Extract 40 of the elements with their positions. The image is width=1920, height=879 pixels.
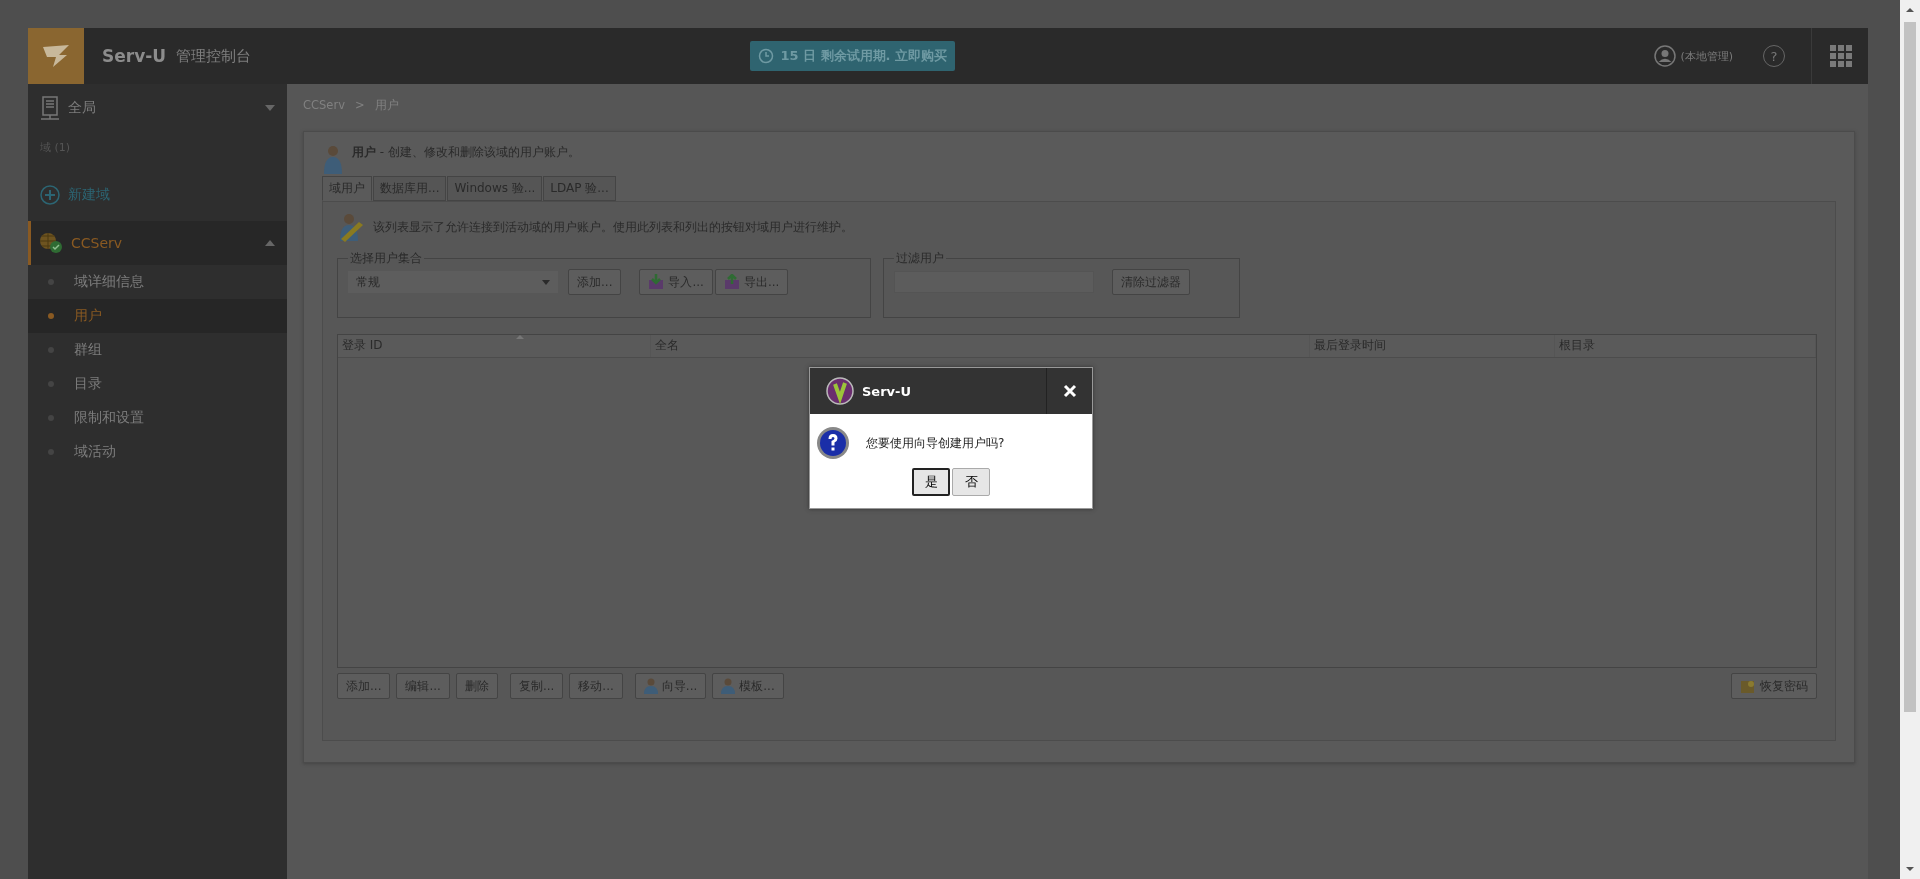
user-icon [1654,45,1677,67]
dialog-button[interactable]: 是 [912,468,950,496]
dropdown-caret-icon [542,279,550,285]
sidebar-item[interactable]: 目录 [28,367,287,401]
dropdown-caret-icon[interactable] [265,105,275,111]
sidebar-item[interactable]: 域活动 [28,435,287,469]
apps-grid-icon[interactable] [1830,45,1852,67]
globe-check-icon [39,232,63,254]
app-logo-icon [826,377,854,405]
person-icon [322,144,344,174]
collapse-caret-icon[interactable] [265,240,275,246]
breadcrumb-separator: > [354,98,365,114]
dialog-button[interactable]: 否 [952,468,990,496]
app-name: Serv-U [102,46,167,66]
person-icon [643,678,658,694]
question-icon [816,426,850,460]
sidebar-item[interactable]: 用户 [28,299,287,333]
bullet-icon [48,313,54,319]
sidebar-item[interactable]: 群组 [28,333,287,367]
person-icon [721,678,736,694]
person-pencil-icon [337,212,365,242]
close-icon [1062,384,1077,398]
plus-circle-icon [40,185,60,205]
new-domain-link[interactable]: 新建域 [28,177,287,213]
sidebar-item[interactable]: 限制和设置 [28,401,287,435]
trial-banner[interactable]: 15 日 剩余试用期. 立即购买 [750,41,956,71]
user-name: (本地管理) [1680,48,1733,64]
sidebar-item[interactable]: 域详细信息 [28,265,287,299]
logo-tile[interactable] [28,28,84,84]
scope-label[interactable]: 全局 [68,99,257,117]
app-subtitle: 管理控制台 [176,46,252,66]
dialog-message: 您要使用向导创建用户吗? [866,434,1005,452]
server-icon [40,96,60,120]
trial-text: 15 日 剩余试用期. 立即购买 [780,47,948,65]
dialog-title: Serv-U [862,383,913,399]
export-icon [723,274,740,290]
clock-icon [758,48,775,64]
import-icon [648,274,665,290]
user-menu[interactable]: (本地管理) [1654,45,1733,67]
domain-header[interactable]: CCServ [28,221,287,265]
